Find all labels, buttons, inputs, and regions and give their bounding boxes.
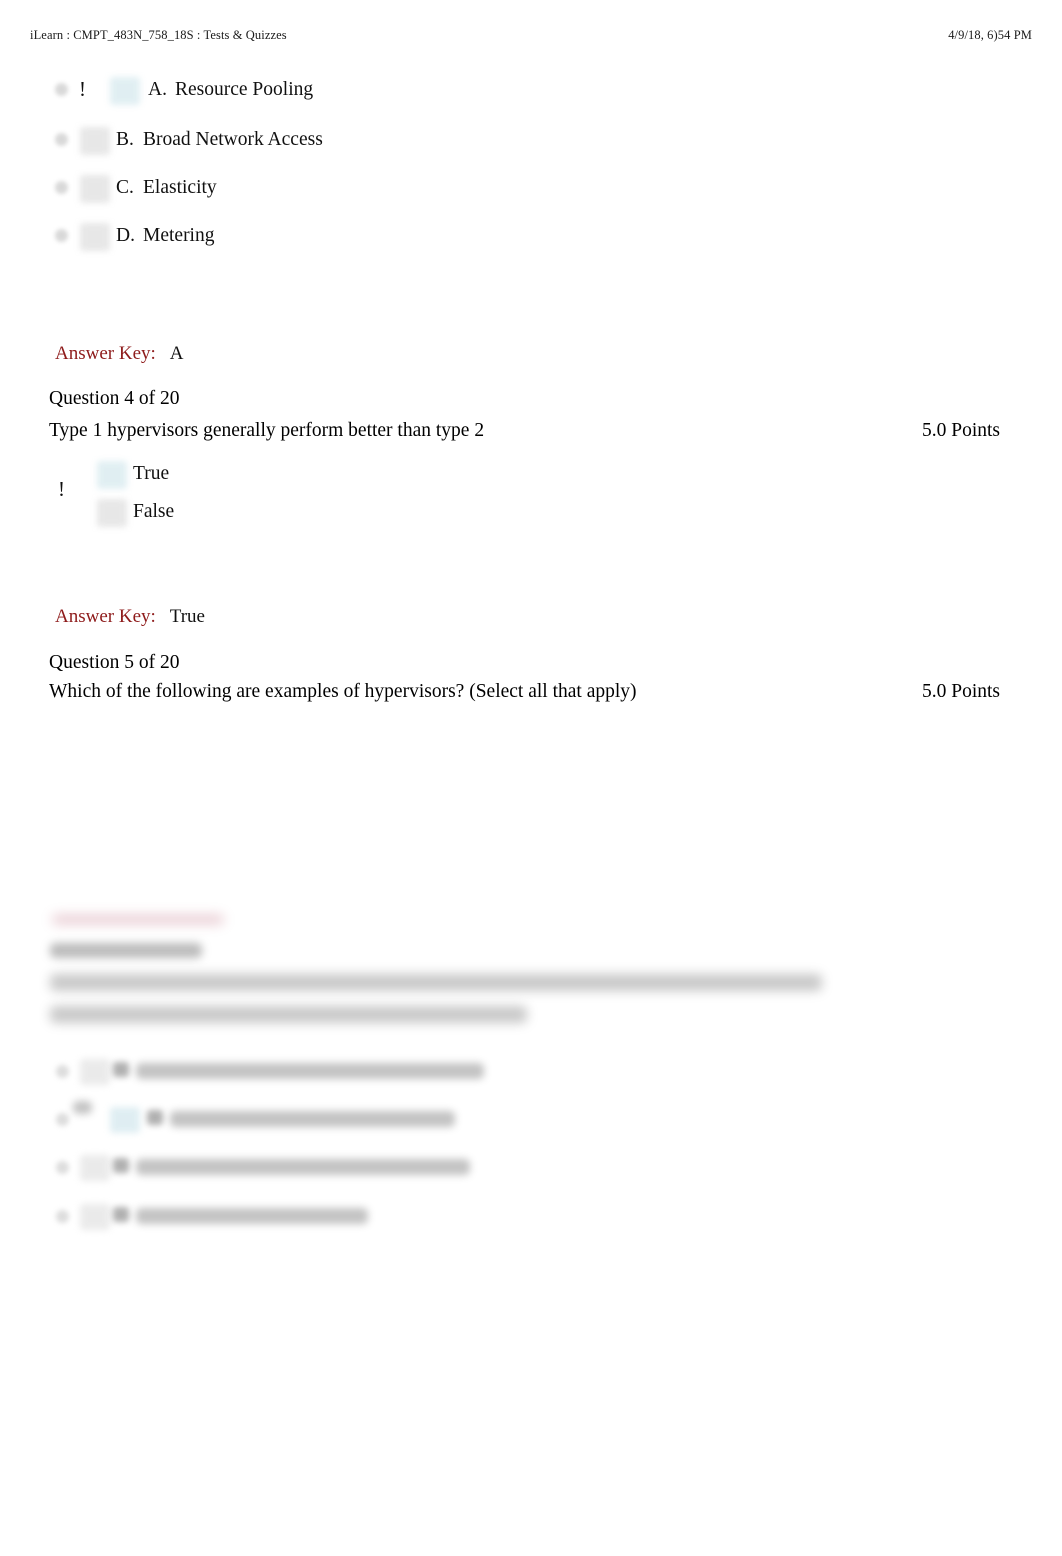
option-highlight-box [80, 127, 110, 155]
answer-key-q3: Answer Key: A [55, 342, 184, 366]
blurred-option-text-4 [136, 1208, 368, 1224]
blurred-question-text-line-1 [50, 974, 822, 991]
page-running-head: iLearn : CMPT_483N_758_18S : Tests & Qui… [30, 28, 1032, 46]
blurred-option-bullet-4 [113, 1207, 129, 1222]
answer-key-value: True [169, 606, 205, 627]
blurred-option-text-1 [136, 1063, 484, 1079]
question-text-5: Which of the following are examples of h… [49, 681, 637, 702]
option-label-c: C. Elasticity [116, 176, 217, 200]
question-meta-5: Question 5 of 20 [49, 652, 180, 673]
answer-key-q4: Answer Key: True [55, 605, 205, 629]
print-timestamp: 4/9/18, 6)54 PM [948, 28, 1032, 42]
answer-key-label: Answer Key: [55, 343, 156, 364]
option-highlight-box [80, 223, 110, 251]
option-text: Elasticity [143, 177, 217, 198]
option-letter: B. [116, 129, 134, 150]
option-text: Metering [143, 225, 215, 246]
option-highlight-box [80, 175, 110, 203]
blurred-option-bullet-2 [147, 1110, 163, 1125]
option-text: Broad Network Access [143, 129, 323, 150]
blurred-question-meta [50, 943, 202, 958]
blurred-option-box-3 [80, 1155, 110, 1181]
option-label-a: A. Resource Pooling [148, 78, 313, 102]
blurred-radio-icon-2[interactable] [56, 1113, 69, 1126]
option-highlight-box [97, 461, 127, 489]
blurred-marker-icon-2 [73, 1101, 92, 1114]
blurred-option-box-2 [110, 1107, 140, 1133]
option-letter: D. [116, 225, 135, 246]
question-points-5: 5.0 Points [921, 681, 1000, 702]
quiz-print-page: iLearn : CMPT_483N_758_18S : Tests & Qui… [0, 0, 1062, 1556]
option-text: Resource Pooling [175, 79, 314, 100]
question-meta-4: Question 4 of 20 [49, 388, 180, 409]
radio-button-icon[interactable] [55, 181, 68, 194]
radio-button-icon[interactable] [55, 83, 68, 96]
blurred-option-box-4 [80, 1204, 110, 1230]
option-highlight-box [110, 77, 140, 105]
option-label-false: False [133, 501, 175, 522]
option-label-true: True [133, 463, 170, 484]
blurred-option-text-3 [136, 1159, 470, 1175]
option-label-b: B. Broad Network Access [116, 128, 323, 152]
blurred-radio-icon-3[interactable] [56, 1161, 69, 1174]
blurred-option-bullet-1 [113, 1062, 129, 1077]
option-letter: C. [116, 177, 134, 198]
option-label-d: D. Metering [116, 224, 214, 248]
blurred-question-text-line-2 [50, 1006, 527, 1023]
option-letter: A. [148, 79, 167, 100]
question-points-4: 5.0 Points [921, 420, 1000, 441]
question-text-4: Type 1 hypervisors generally perform bet… [49, 420, 485, 441]
blurred-option-box-1 [80, 1059, 110, 1085]
blurred-option-bullet-3 [113, 1158, 129, 1173]
document-title: iLearn : CMPT_483N_758_18S : Tests & Qui… [30, 28, 287, 42]
blurred-answer-key-line [52, 915, 224, 924]
blurred-radio-icon-1[interactable] [56, 1065, 69, 1078]
radio-button-icon[interactable] [55, 133, 68, 146]
selection-marker-icon: ! [58, 477, 65, 501]
answer-key-value: A [169, 343, 184, 364]
blurred-option-text-2 [170, 1111, 455, 1127]
selection-marker-icon: ! [79, 77, 86, 101]
blurred-radio-icon-4[interactable] [56, 1210, 69, 1223]
answer-key-label: Answer Key: [55, 606, 156, 627]
option-highlight-box [97, 499, 127, 527]
radio-button-icon[interactable] [55, 229, 68, 242]
